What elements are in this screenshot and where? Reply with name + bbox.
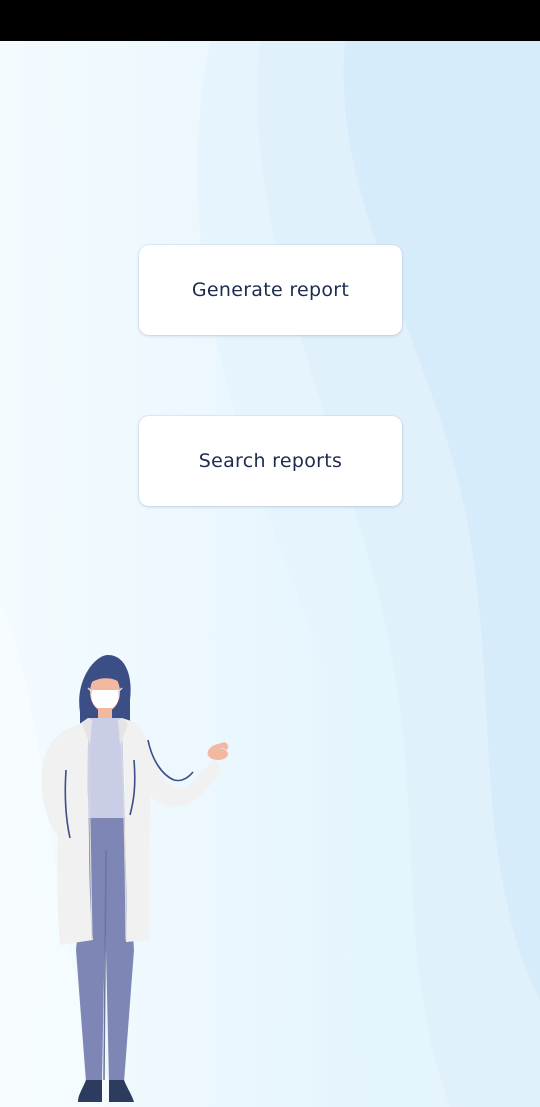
coat-left <box>41 718 93 945</box>
search-reports-label: Search reports <box>198 450 343 472</box>
generate-report-button[interactable]: Generate report <box>139 245 402 335</box>
palm <box>208 748 228 760</box>
search-reports-button[interactable]: Search reports <box>139 416 402 506</box>
status-bar <box>0 0 540 41</box>
shoe-right <box>109 1080 134 1102</box>
shoe-left <box>78 1080 102 1102</box>
home-screen: Generate report Search reports <box>0 0 540 1107</box>
generate-report-label: Generate report <box>191 279 350 301</box>
doctor-illustration <box>41 655 229 1102</box>
